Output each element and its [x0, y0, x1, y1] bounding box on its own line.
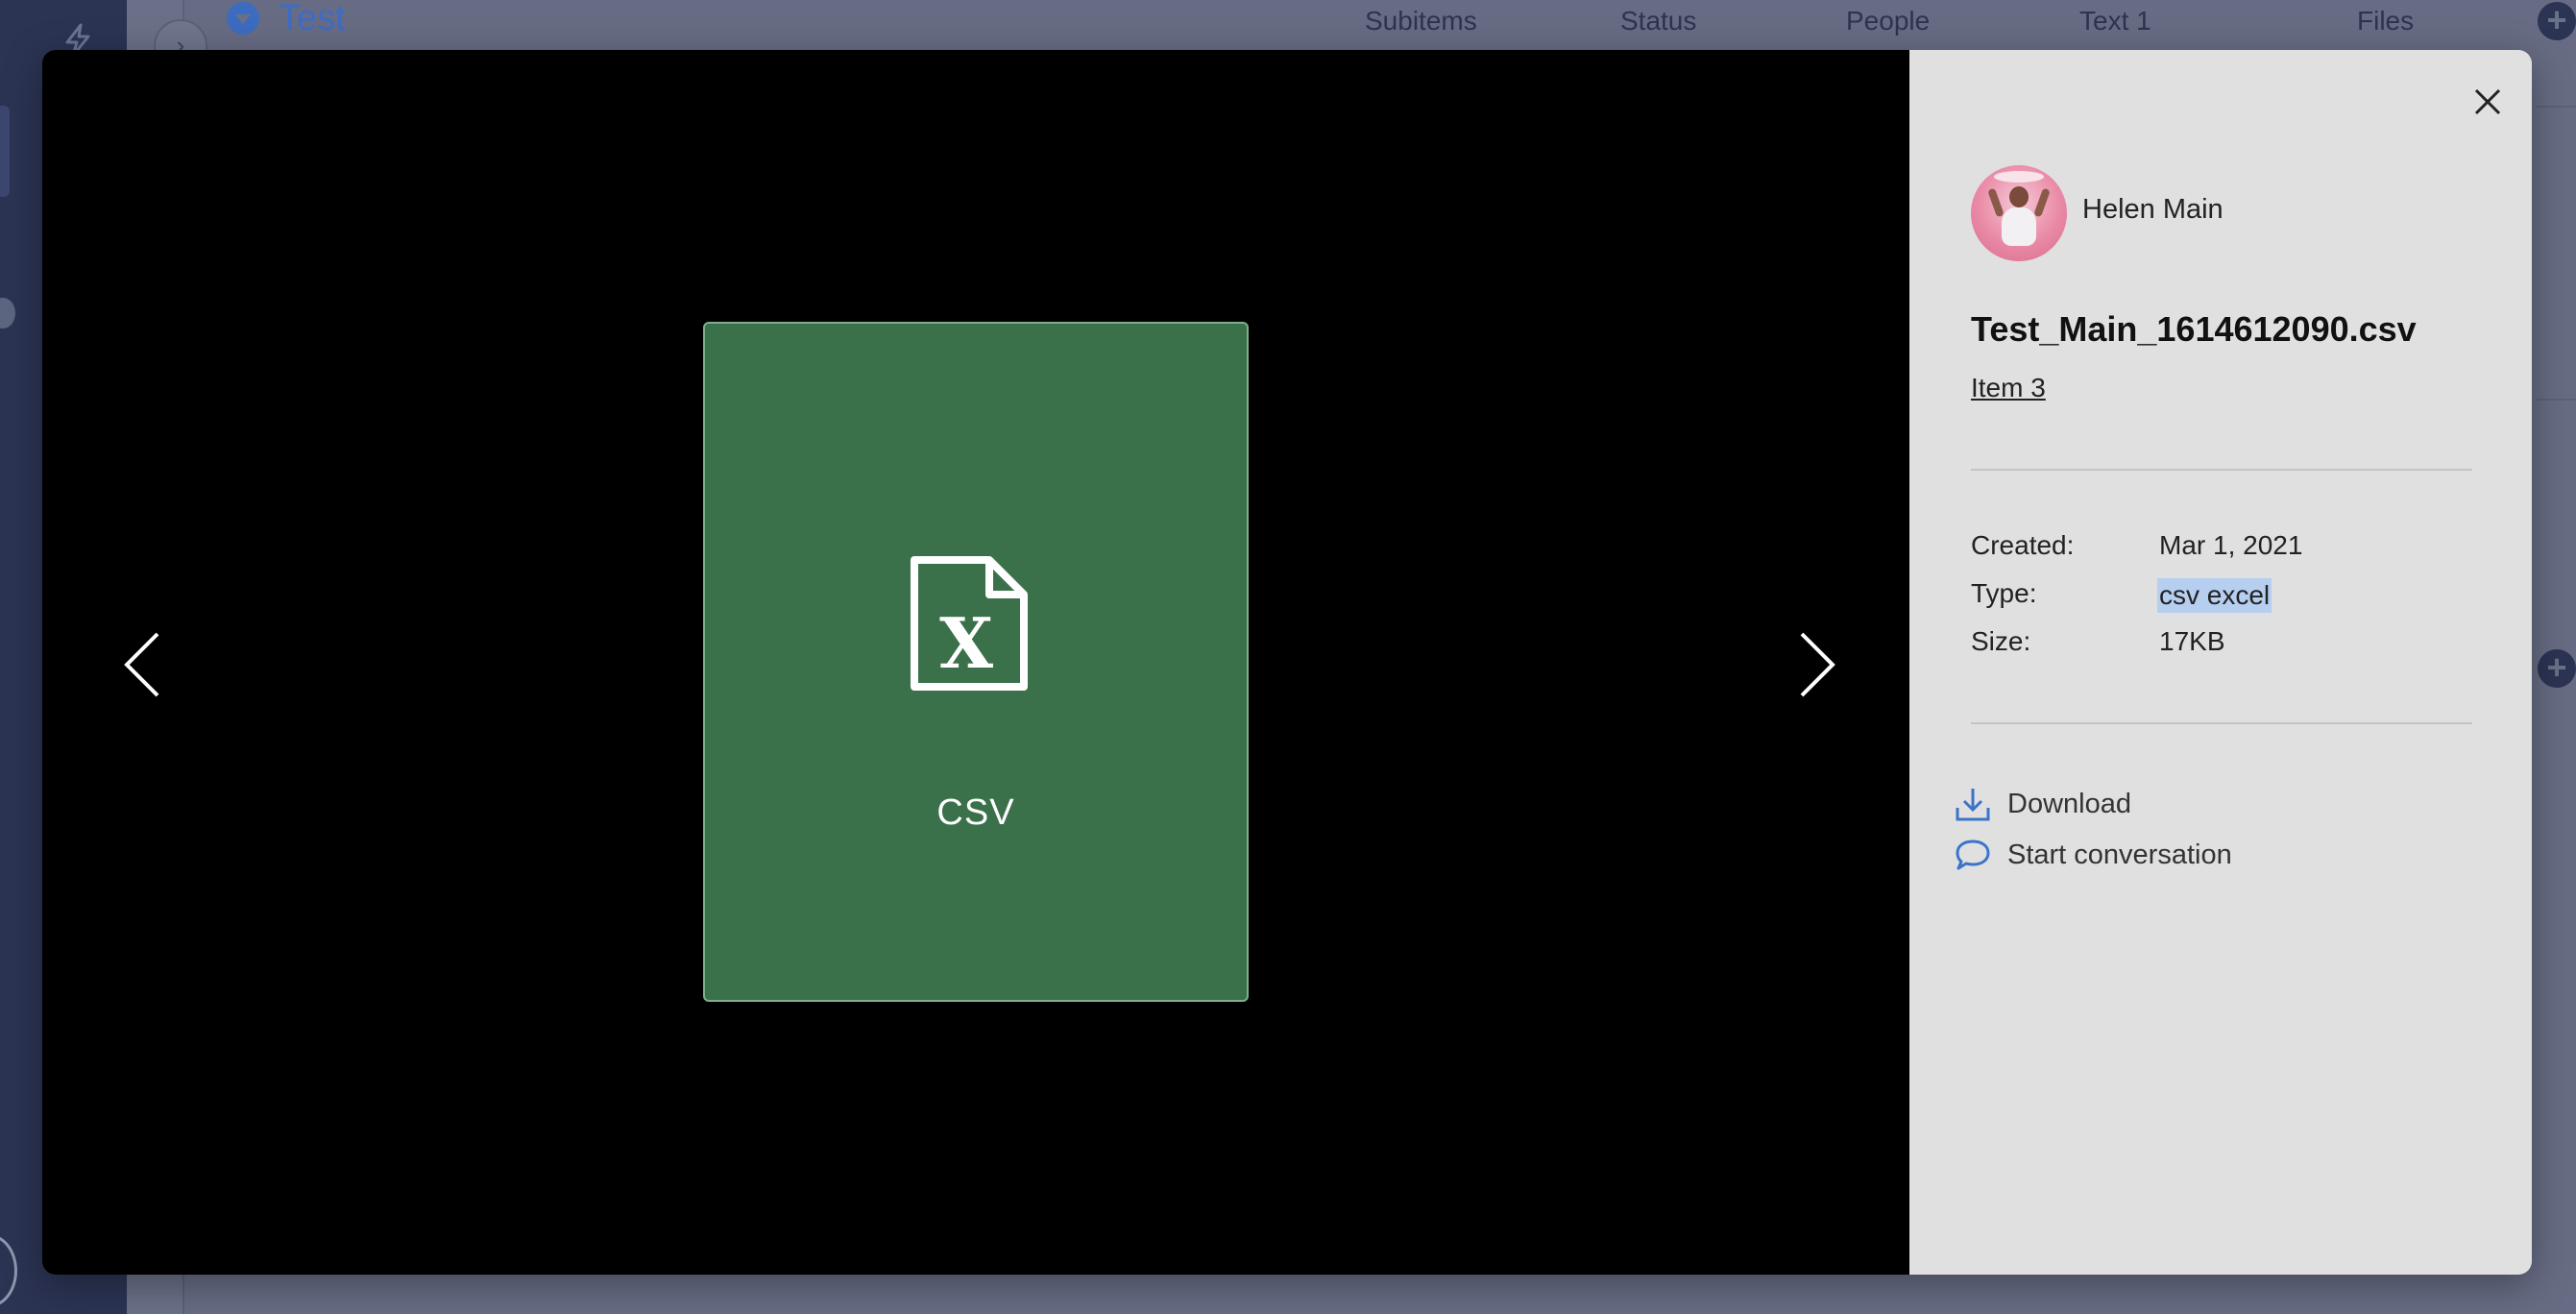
rail-tab[interactable]	[0, 106, 10, 197]
size-label: Size:	[1971, 626, 2031, 656]
group-title[interactable]: Test	[279, 0, 346, 39]
excel-file-icon: X	[911, 556, 1028, 691]
rail-avatar[interactable]	[0, 1234, 17, 1307]
file-preview-modal: X CSV Helen Main Test_Main_1614612090.cs…	[42, 50, 2532, 1275]
close-icon[interactable]	[2468, 83, 2507, 121]
file-info-panel: Helen Main Test_Main_1614612090.csv Item…	[1909, 50, 2532, 1275]
avatar-image-detail	[2033, 187, 2051, 218]
row-divider	[2536, 399, 2576, 401]
group-collapse-icon[interactable]	[227, 2, 259, 35]
file-viewer: X CSV	[42, 50, 1909, 1275]
column-header-files[interactable]: Files	[2357, 6, 2414, 36]
rail-indicator	[0, 298, 15, 328]
download-icon	[1956, 789, 1990, 821]
created-label: Created:	[1971, 530, 2075, 560]
download-label: Download	[2007, 789, 2131, 819]
chevron-left-icon[interactable]	[115, 626, 173, 703]
created-value: Mar 1, 2021	[2159, 530, 2303, 560]
svg-text:X: X	[939, 602, 993, 684]
add-column-icon[interactable]: +	[2538, 2, 2576, 40]
avatar[interactable]	[1971, 165, 2067, 261]
type-label: Type:	[1971, 578, 2037, 608]
uploader-name[interactable]: Helen Main	[2082, 194, 2224, 226]
avatar-image-detail	[2002, 207, 2036, 246]
avatar-image-detail	[2009, 186, 2029, 207]
column-header-text[interactable]: Text 1	[2079, 6, 2151, 36]
item-link[interactable]: Item 3	[1971, 373, 2046, 403]
divider	[1971, 722, 2472, 724]
start-conversation-label: Start conversation	[2007, 840, 2232, 870]
chevron-right-icon[interactable]	[1786, 626, 1844, 703]
chat-bubble-icon	[1956, 840, 1990, 870]
column-header-subitems[interactable]: Subitems	[1365, 6, 1477, 36]
size-value: 17KB	[2159, 626, 2225, 656]
avatar-image-detail	[1987, 187, 2005, 218]
add-item-icon[interactable]: +	[2538, 649, 2576, 688]
divider	[1971, 469, 2472, 471]
avatar-image-detail	[1994, 171, 2044, 182]
row-divider	[2536, 106, 2576, 108]
column-header-people[interactable]: People	[1846, 6, 1930, 36]
type-value: csv excel	[2157, 578, 2272, 613]
file-type-label: CSV	[936, 792, 1015, 833]
column-header-status[interactable]: Status	[1620, 6, 1696, 36]
file-preview-card: X CSV	[703, 322, 1249, 1002]
file-name: Test_Main_1614612090.csv	[1971, 309, 2417, 349]
